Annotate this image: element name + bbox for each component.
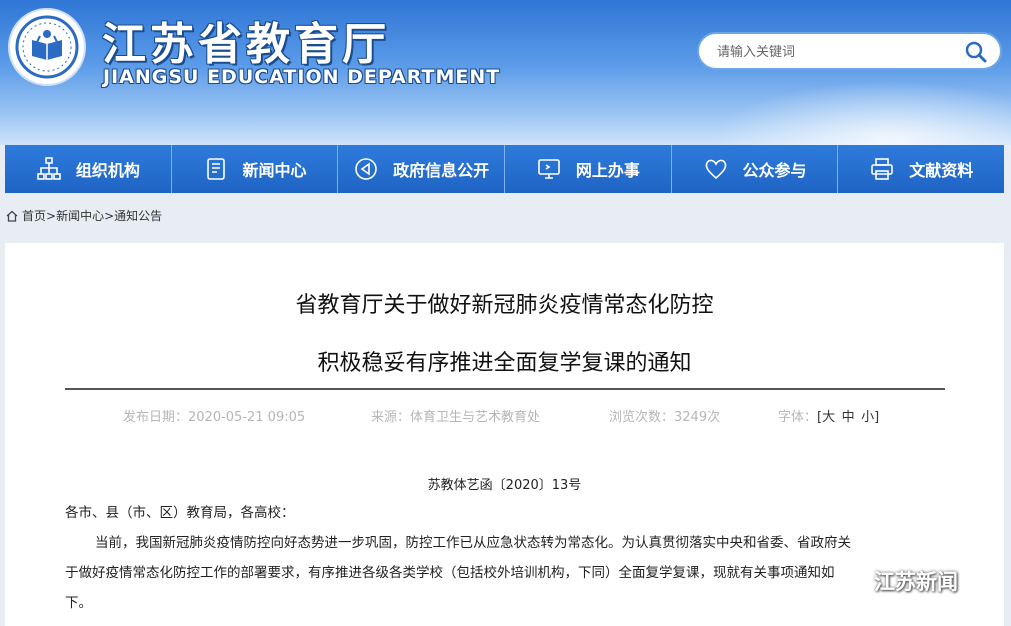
nav-label: 政府信息公开 <box>393 161 490 180</box>
search-box <box>697 32 1002 70</box>
nav-item-news[interactable]: 新闻中心 <box>172 145 339 193</box>
title-divider <box>65 388 945 390</box>
home-icon <box>6 210 18 222</box>
breadcrumb: 首页 > 新闻中心 > 通知公告 <box>6 207 162 224</box>
font-size-small[interactable]: 小 <box>861 410 874 425</box>
nav-label: 公众参与 <box>742 161 807 180</box>
nav-item-organization[interactable]: 组织机构 <box>5 145 172 193</box>
site-title: 江苏省教育厅 <box>102 19 390 70</box>
org-chart-icon <box>37 157 61 180</box>
nav-label: 组织机构 <box>75 161 140 180</box>
search-input[interactable] <box>715 41 959 63</box>
salutation: 各市、县（市、区）教育局，各高校： <box>65 505 295 521</box>
wechat-icon <box>833 568 866 594</box>
paragraph-line: 于做好疫情常态化防控工作的部署要求，有序推进各级各类学校（包括校外培训机构，下同… <box>65 565 835 581</box>
paragraph-line: 当前，我国新冠肺炎疫情防控向好态势进一步巩固，防控工作已从应急状态转为常态化。为… <box>95 535 851 551</box>
breadcrumb-home-link[interactable]: 首页 <box>22 207 46 224</box>
header-glow <box>711 80 1011 145</box>
watermark-text: 江苏新闻 <box>874 570 958 594</box>
font-size-medium[interactable]: 中 <box>842 410 855 425</box>
nav-label: 文献资料 <box>909 161 974 180</box>
ministry-logo[interactable] <box>8 8 86 86</box>
breadcrumb-separator: > <box>46 208 57 223</box>
article-source: 来源：体育卫生与艺术教育处 <box>371 410 541 425</box>
article-title-line2: 积极稳妥有序推进全面复学复课的通知 <box>317 351 692 376</box>
speaker-icon <box>355 158 377 180</box>
article-title-line1: 省教育厅关于做好新冠肺炎疫情常态化防控 <box>295 293 714 318</box>
nav-item-gov-info[interactable]: 政府信息公开 <box>338 145 506 193</box>
font-size-large[interactable]: 大 <box>822 410 835 425</box>
view-count: 浏览次数：3249次 <box>609 410 721 425</box>
document-icon <box>206 158 225 180</box>
paragraph-line: 下。 <box>65 595 92 611</box>
nav-item-online-service[interactable]: 网上办事 <box>505 145 672 193</box>
site-subtitle: JIANGSU EDUCATION DEPARTMENT <box>103 66 501 88</box>
document-number: 苏教体艺函〔2020〕13号 <box>427 478 582 493</box>
nav-label: 网上办事 <box>575 161 640 180</box>
breadcrumb-news-link[interactable]: 新闻中心 <box>56 207 104 224</box>
main-nav: 组织机构 新闻中心 政府信息公开 网上办事 公众参与 文献资料 <box>5 145 1004 193</box>
watermark: 江苏新闻 <box>832 566 958 596</box>
breadcrumb-notice-link[interactable]: 通知公告 <box>114 207 162 224</box>
heart-icon <box>705 159 726 180</box>
search-icon[interactable] <box>964 40 988 64</box>
publish-date: 发布日期：2020-05-21 09:05 <box>123 410 306 425</box>
nav-label: 新闻中心 <box>242 161 307 180</box>
font-size-label: 字体： <box>778 410 818 425</box>
font-size-switcher: 字体：[大 中 小] <box>778 410 880 425</box>
monitor-icon <box>538 159 560 179</box>
printer-icon <box>871 158 893 180</box>
nav-item-public-participation[interactable]: 公众参与 <box>672 145 839 193</box>
breadcrumb-separator: > <box>104 208 115 223</box>
nav-item-documents[interactable]: 文献资料 <box>838 145 1004 193</box>
book-emblem-icon <box>15 15 79 79</box>
site-header: 江苏省教育厅 JIANGSU EDUCATION DEPARTMENT <box>0 0 1011 145</box>
